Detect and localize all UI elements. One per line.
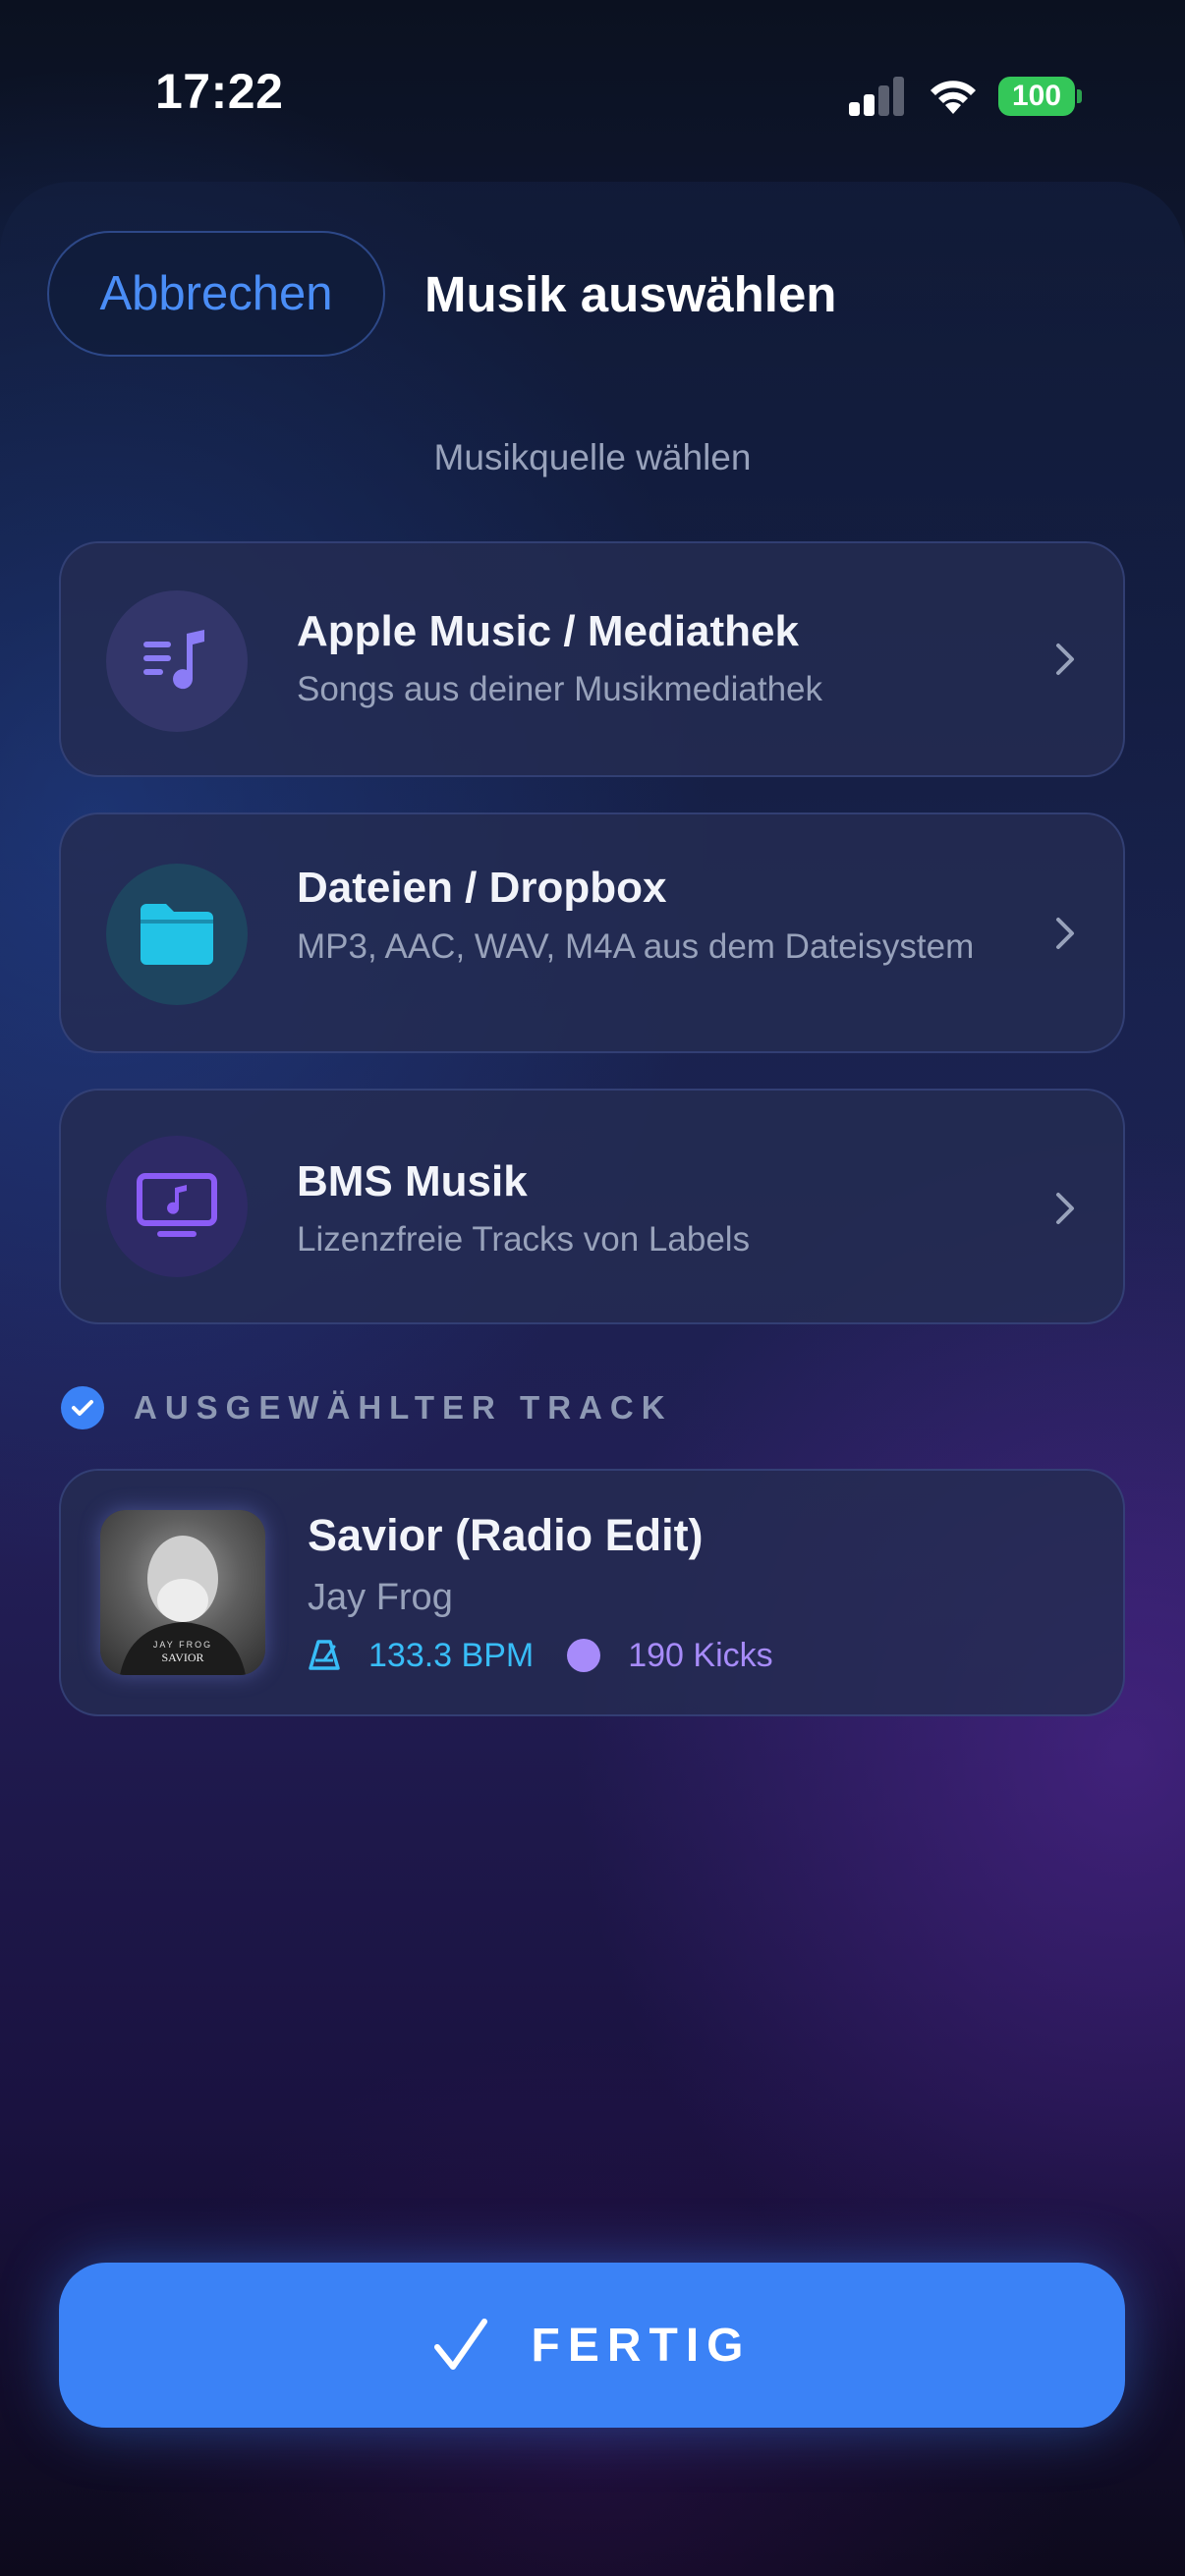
checkmark-circle-icon [61,1386,104,1429]
source-icon-files [106,864,248,1005]
source-icon-apple-music [106,590,248,732]
source-subtitle: Lizenzfreie Tracks von Labels [297,1220,751,1259]
chevron-right-icon [1056,644,1074,675]
cover-title-text: SAVIOR [161,1651,203,1664]
selected-track-header: AUSGEWÄHLTER TRACK [61,1385,673,1430]
battery-level: 100 [1011,80,1062,112]
source-bms-music[interactable]: BMS Musik Lizenzfreie Tracks von Labels [59,1089,1125,1324]
status-time: 17:22 [155,64,284,119]
kicks-value: 190 Kicks [628,1636,773,1674]
tv-music-icon [137,1173,217,1237]
source-icon-bms [106,1136,248,1277]
sheet-title: Musik auswählen [424,266,837,322]
metronome-icon [309,1640,340,1670]
wifi-icon [931,81,976,114]
source-title: BMS Musik [297,1157,528,1205]
track-meta: 133.3 BPM 190 Kicks [308,1634,773,1677]
section-hint: Musikquelle wählen [433,437,752,477]
battery-tip [1077,89,1082,103]
selected-track-card[interactable]: JAY FROG SAVIOR Savior (Radio Edit) Jay … [59,1469,1125,1716]
track-title: Savior (Radio Edit) [308,1510,704,1560]
source-subtitle: MP3, AAC, WAV, M4A aus dem Dateisystem [297,927,975,966]
source-files-dropbox[interactable]: Dateien / Dropbox MP3, AAC, WAV, M4A aus… [59,812,1125,1053]
source-subtitle: Songs aus deiner Musikmediathek [297,670,823,708]
cover-artist-text: JAY FROG [153,1640,212,1650]
cellular-signal-icon [849,77,906,116]
done-button[interactable]: FERTIG [59,2263,1125,2428]
chevron-right-icon [1056,918,1074,949]
folder-icon [141,904,213,965]
source-apple-music[interactable]: Apple Music / Mediathek Songs aus deiner… [59,541,1125,777]
chevron-right-icon [1056,1193,1074,1224]
selected-track-label: AUSGEWÄHLTER TRACK [134,1389,673,1426]
bpm-value: 133.3 BPM [368,1636,535,1674]
album-cover-art: JAY FROG SAVIOR [120,1536,246,1675]
source-title: Apple Music / Mediathek [297,607,799,655]
track-artist: Jay Frog [308,1577,453,1618]
battery-icon: 100 [998,77,1075,116]
status-bar: 17:22 100 [0,0,1185,187]
done-label: FERTIG [531,2319,752,2372]
kicks-dot-icon [567,1639,601,1672]
checkmark-icon [433,2319,487,2370]
cancel-button[interactable]: Abbrechen [47,231,385,357]
music-list-icon [143,630,204,690]
source-title: Dateien / Dropbox [297,864,667,912]
album-cover: JAY FROG SAVIOR [100,1510,265,1675]
